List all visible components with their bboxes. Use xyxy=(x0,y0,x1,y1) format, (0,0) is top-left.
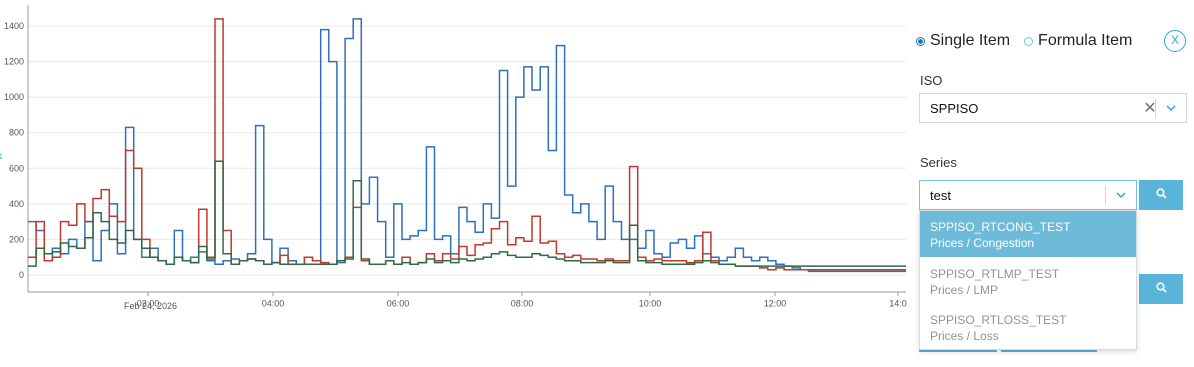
price-chart: 020040060080010001200140002:00 04:00 06:00… xyxy=(4,5,907,308)
close-button[interactable]: X xyxy=(1164,30,1186,52)
x-tick-label: 06:00 xyxy=(387,298,410,308)
radio-unselected-icon[interactable] xyxy=(1024,36,1034,46)
series-dropdown: SPPISO_RTCONG_TEST Prices / Congestion S… xyxy=(919,210,1137,350)
y-tick-label: 1400 xyxy=(4,21,24,31)
option-name: SPPISO_RTLMP_TEST xyxy=(930,267,1060,281)
option-name: SPPISO_RTCONG_TEST xyxy=(930,220,1071,234)
single-item-label: Single Item xyxy=(930,32,1011,49)
y-tick-label: 0 xyxy=(19,270,24,280)
search-icon xyxy=(1155,188,1167,199)
series-input-value: test xyxy=(930,188,951,203)
chevron-down-icon[interactable] xyxy=(1106,181,1136,209)
series-search-button[interactable] xyxy=(1139,180,1183,210)
series-line-1 xyxy=(28,18,906,271)
y-tick-label: 200 xyxy=(9,234,24,244)
series-label: Series xyxy=(920,155,957,170)
series-selection-panel: Single Item Formula Item X ISO SPPISO ✕ … xyxy=(910,0,1194,367)
y-tick-label: 1200 xyxy=(4,57,24,67)
item-type-radio-group: Single Item Formula Item xyxy=(916,30,1146,52)
radio-selected-icon[interactable] xyxy=(916,36,925,46)
x-tick-label: 14:0 xyxy=(889,298,907,308)
option-desc: Prices / LMP xyxy=(930,283,999,297)
y-tick-label: 800 xyxy=(9,128,24,138)
option-desc: Prices / Congestion xyxy=(930,236,1035,250)
y-tick-label: 1000 xyxy=(4,92,24,102)
iso-select[interactable]: SPPISO ✕ xyxy=(919,93,1187,123)
scroll-left-arrow-icon[interactable]: ‹ xyxy=(0,148,8,162)
series-option[interactable]: SPPISO_RTLOSS_TEST Prices / Loss xyxy=(920,304,1136,350)
x-tick-label: 08:00 xyxy=(511,298,534,308)
formula-item-radio[interactable]: Formula Item xyxy=(1024,32,1132,50)
iso-value: SPPISO xyxy=(930,101,979,116)
x-axis-date-label: Feb 24, 2026 xyxy=(124,301,178,311)
chevron-down-icon[interactable] xyxy=(1156,94,1186,122)
y-tick-label: 400 xyxy=(9,199,24,209)
x-tick-label: 12:00 xyxy=(764,298,787,308)
chart-area: 0 200 400 600 800 1000 1200 1400 02:00 04:00 06:00… xyxy=(0,0,910,367)
y-tick-label: 600 xyxy=(9,163,24,173)
x-tick-label: 10:00 xyxy=(639,298,662,308)
series-input[interactable]: test xyxy=(919,180,1137,210)
series-line-0 xyxy=(28,18,906,273)
series-option[interactable]: SPPISO_RTCONG_TEST Prices / Congestion xyxy=(920,211,1136,257)
option-name: SPPISO_RTLOSS_TEST xyxy=(930,313,1067,327)
search-icon xyxy=(1155,282,1167,293)
formula-item-label: Formula Item xyxy=(1038,32,1133,49)
series-option[interactable]: SPPISO_RTLMP_TEST Prices / LMP xyxy=(920,258,1136,304)
secondary-search-button[interactable] xyxy=(1139,274,1183,304)
x-tick-label: 04:00 xyxy=(262,298,285,308)
iso-label: ISO xyxy=(920,73,943,88)
single-item-radio[interactable]: Single Item xyxy=(916,32,1010,50)
option-desc: Prices / Loss xyxy=(930,329,999,343)
